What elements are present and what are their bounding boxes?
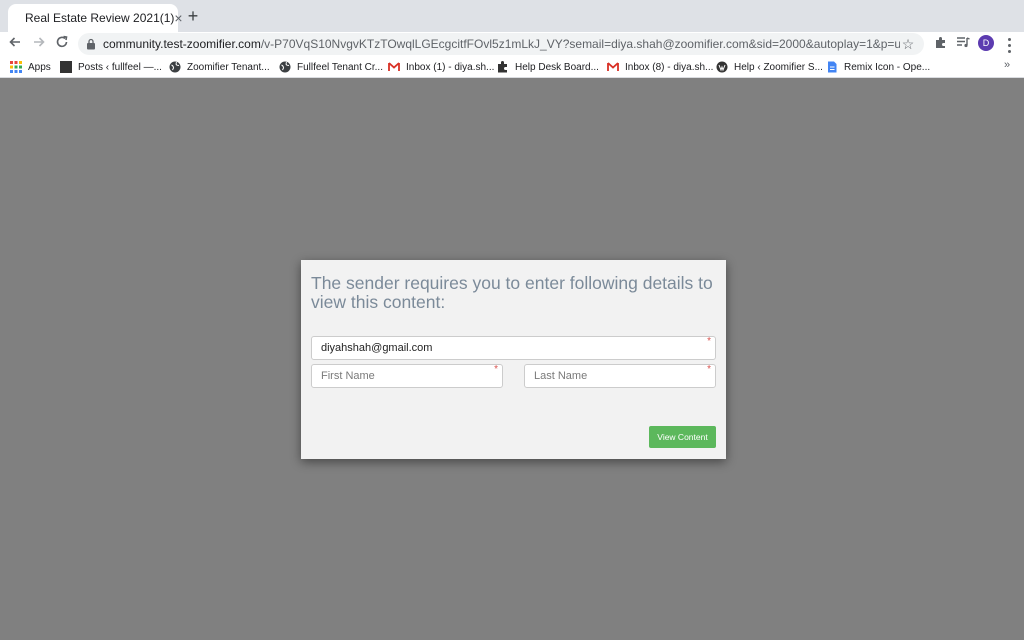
more-bookmarks-icon[interactable]: » [1004, 59, 1010, 71]
view-content-button[interactable]: View Content [649, 426, 716, 448]
url-text: community.test-zoomifier.com/v-P70VqS10N… [103, 37, 900, 51]
gmail-icon [607, 62, 619, 71]
required-marker: * [707, 364, 711, 375]
tab-close-icon[interactable]: × [174, 10, 182, 26]
media-control-icon[interactable] [955, 36, 971, 52]
required-marker: * [707, 336, 711, 347]
browser-tab[interactable]: Real Estate Review 2021(1) × [8, 4, 183, 32]
tab-title: Real Estate Review 2021(1) [25, 11, 175, 25]
bookmark-label: Help ‹ Zoomifier S... [734, 61, 823, 73]
bookmark-fullfeel-tenant[interactable]: Fullfeel Tenant Cr... [279, 60, 383, 74]
bookmark-posts-fullfeel[interactable]: Posts ‹ fullfeel —... [60, 60, 162, 74]
bookmark-remix-icon[interactable]: Remix Icon - Ope... [826, 60, 930, 74]
profile-avatar[interactable]: D [978, 35, 994, 51]
url-path: /v-P70VqS10NvgvKTzTOwqlLGEcgcitfFOvl5z1m… [260, 37, 900, 51]
first-name-field[interactable]: First Name * [311, 364, 503, 388]
bookmark-inbox-8[interactable]: Inbox (8) - diya.sh... [607, 60, 713, 74]
email-value: diyahshah@gmail.com [321, 342, 433, 354]
bookmark-label: Help Desk Board... [515, 61, 599, 73]
bookmark-zoomifier-tenant[interactable]: Zoomifier Tenant... [169, 60, 270, 74]
new-tab-button[interactable]: + [184, 7, 202, 25]
wordpress-icon [716, 61, 728, 73]
bookmark-star-icon[interactable]: ☆ [900, 36, 916, 53]
puzzle-icon [498, 61, 507, 73]
bookmark-label: Fullfeel Tenant Cr... [297, 61, 383, 73]
modal-title: The sender requires you to enter followi… [311, 273, 713, 312]
details-modal: The sender requires you to enter followi… [301, 260, 726, 459]
bookmark-inbox-1[interactable]: Inbox (1) - diya.sh... [388, 60, 494, 74]
bookmark-label: Zoomifier Tenant... [187, 61, 270, 73]
last-name-placeholder: Last Name [534, 370, 588, 382]
black-square-icon [60, 61, 72, 73]
forward-icon[interactable] [30, 35, 48, 53]
first-name-placeholder: First Name [321, 370, 375, 382]
last-name-field[interactable]: Last Name * [524, 364, 716, 388]
doc-icon [828, 61, 837, 73]
bookmark-label: Posts ‹ fullfeel —... [78, 61, 162, 73]
required-marker: * [494, 364, 498, 375]
extensions-icon[interactable] [932, 36, 948, 52]
reload-icon[interactable] [53, 35, 71, 53]
bookmark-label: Remix Icon - Ope... [844, 61, 931, 73]
bookmark-help-desk-board[interactable]: Help Desk Board... [497, 60, 599, 74]
bookmark-label: Inbox (8) - diya.sh... [625, 61, 714, 73]
lock-icon [87, 38, 95, 50]
bookmarks-bar: Apps Posts ‹ fullfeel —... Zoomifier Ten… [0, 56, 1024, 78]
browser-toolbar: community.test-zoomifier.com/v-P70VqS10N… [0, 32, 1024, 56]
globe-icon [169, 61, 181, 73]
gmail-icon [388, 62, 400, 71]
email-field[interactable]: diyahshah@gmail.com * [311, 336, 716, 360]
bookmark-label: Inbox (1) - diya.sh... [406, 61, 495, 73]
apps-grid-icon [10, 61, 22, 73]
bookmark-apps[interactable]: Apps [10, 60, 51, 74]
url-host: community.test-zoomifier.com [103, 37, 261, 51]
bookmark-label: Apps [28, 61, 51, 73]
tab-strip: Real Estate Review 2021(1) × + [0, 0, 1024, 32]
address-bar[interactable]: community.test-zoomifier.com/v-P70VqS10N… [78, 33, 924, 55]
globe-icon [279, 61, 291, 73]
bookmark-help-zoomifier[interactable]: Help ‹ Zoomifier S... [716, 60, 823, 74]
back-icon[interactable] [6, 35, 24, 53]
browser-menu-icon[interactable] [1004, 35, 1014, 53]
